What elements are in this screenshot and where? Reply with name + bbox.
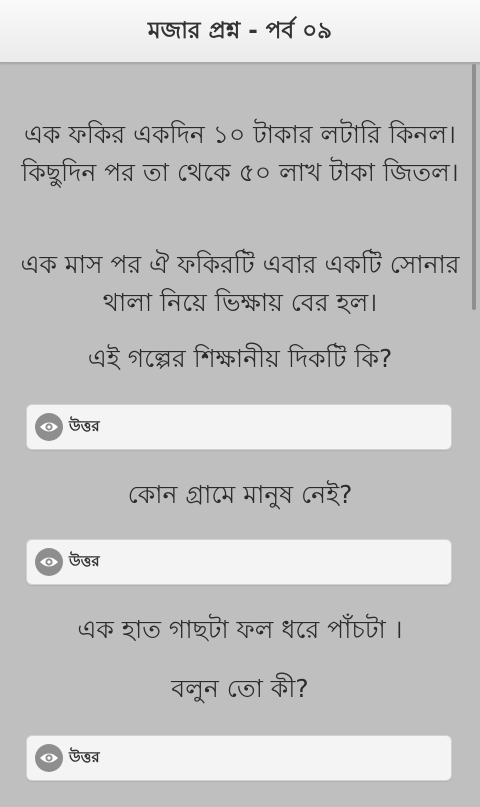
page-title: মজার প্রশ্ন - পর্ব ০৯	[147, 17, 333, 44]
question-1-paragraph-3: এই গল্পের শিক্ষানীয় দিকটি কি?	[87, 344, 393, 373]
question-1-paragraph-1: এক ফকির একদিন ১০ টাকার লটারি কিনল। কিছুদ…	[21, 120, 459, 187]
question-3-paragraph-2: বলুন তো কী?	[171, 674, 309, 703]
question-1-paragraph-2: এক মাস পর ঐ ফকিরটি এবার একটি সোনার থালা …	[20, 250, 460, 317]
eye-icon	[35, 548, 63, 576]
answer-button-1[interactable]: উত্তর	[26, 404, 452, 450]
answer-label: উত্তর	[69, 416, 100, 435]
title-bar: মজার প্রশ্ন - পর্ব ০৯	[0, 0, 480, 63]
app-screen: মজার প্রশ্ন - পর্ব ০৯ এক ফকির একদিন ১০ ট…	[0, 0, 480, 807]
answer-button-3[interactable]: উত্তর	[26, 735, 452, 781]
eye-icon	[35, 413, 63, 441]
question-2-paragraph-1: কোন গ্রামে মানুষ নেই?	[127, 480, 353, 509]
question-3-paragraph-1: এক হাত গাছটা ফল ধরে পাঁচটা ।	[77, 615, 403, 644]
eye-icon	[35, 744, 63, 772]
scrollbar[interactable]	[472, 64, 476, 310]
answer-button-2[interactable]: উত্তর	[26, 539, 452, 585]
answer-label: উত্তর	[69, 551, 100, 570]
answer-label: উত্তর	[69, 747, 100, 766]
content-scroll-area[interactable]: এক ফকির একদিন ১০ টাকার লটারি কিনল। কিছুদ…	[0, 62, 480, 807]
